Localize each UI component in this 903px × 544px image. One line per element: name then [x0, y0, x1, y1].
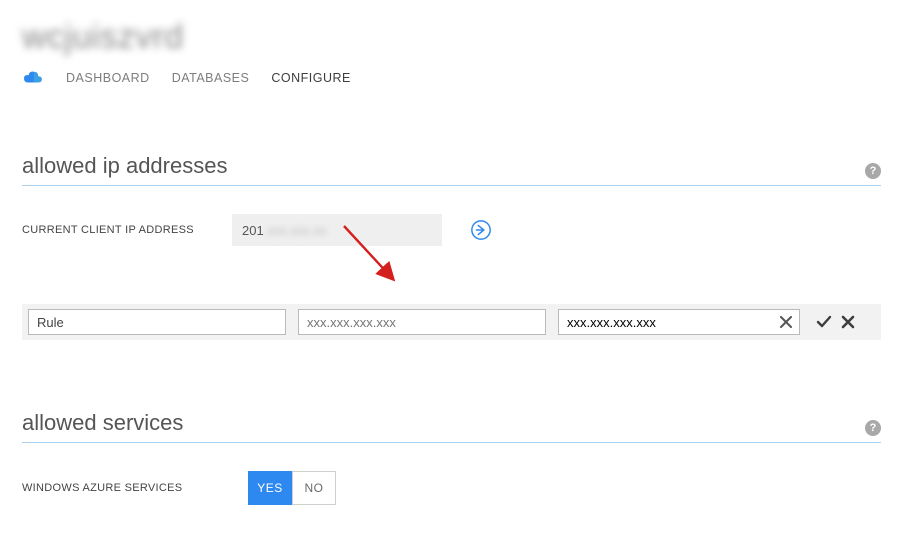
tabbar: DASHBOARD DATABASES CONFIGURE: [22, 61, 881, 95]
toggle-no-button[interactable]: NO: [292, 471, 336, 505]
toggle-azure-services: YES NO: [248, 471, 336, 505]
tab-databases[interactable]: DATABASES: [172, 71, 250, 85]
section-title: allowed services: [22, 410, 183, 436]
row-azure-services: WINDOWS AZURE SERVICES YES NO: [22, 471, 881, 505]
tab-dashboard[interactable]: DASHBOARD: [66, 71, 150, 85]
x-bold-icon: [840, 314, 856, 330]
rule-row: [22, 304, 881, 340]
clear-input-button[interactable]: [777, 313, 795, 331]
rule-end-ip-input[interactable]: [559, 310, 799, 334]
add-ip-button[interactable]: [470, 219, 492, 241]
section-allowed-ip: allowed ip addresses ? CURRENT CLIENT IP…: [22, 153, 881, 340]
x-icon: [780, 316, 792, 328]
check-icon: [816, 314, 832, 330]
rule-name-input[interactable]: [28, 309, 286, 335]
row-current-ip: CURRENT CLIENT IP ADDRESS 201.xxx.xxx.xx: [22, 214, 881, 246]
confirm-rule-button[interactable]: [816, 314, 832, 330]
cancel-rule-button[interactable]: [840, 314, 856, 330]
label-azure-services: WINDOWS AZURE SERVICES: [22, 482, 220, 494]
section-head: allowed ip addresses ?: [22, 153, 881, 186]
label-current-ip: CURRENT CLIENT IP ADDRESS: [22, 224, 224, 236]
section-title: allowed ip addresses: [22, 153, 227, 179]
current-ip-rest: .xxx.xxx.xx: [264, 223, 327, 238]
section-allowed-services: allowed services ? WINDOWS AZURE SERVICE…: [22, 410, 881, 505]
arrow-circle-right-icon: [470, 219, 492, 241]
current-ip-value: 201.xxx.xxx.xx: [232, 214, 442, 246]
section-head: allowed services ?: [22, 410, 881, 443]
tab-configure[interactable]: CONFIGURE: [271, 71, 351, 85]
current-ip-prefix: 201: [242, 223, 264, 238]
rule-start-ip-input[interactable]: [298, 309, 546, 335]
rule-end-ip-wrap: [558, 309, 800, 335]
page-title: wcjuiszvrd: [22, 0, 881, 61]
row-actions: [816, 314, 856, 330]
help-icon[interactable]: ?: [865, 420, 881, 436]
cloud-icon: [22, 70, 44, 86]
toggle-yes-button[interactable]: YES: [248, 471, 292, 505]
help-icon[interactable]: ?: [865, 163, 881, 179]
